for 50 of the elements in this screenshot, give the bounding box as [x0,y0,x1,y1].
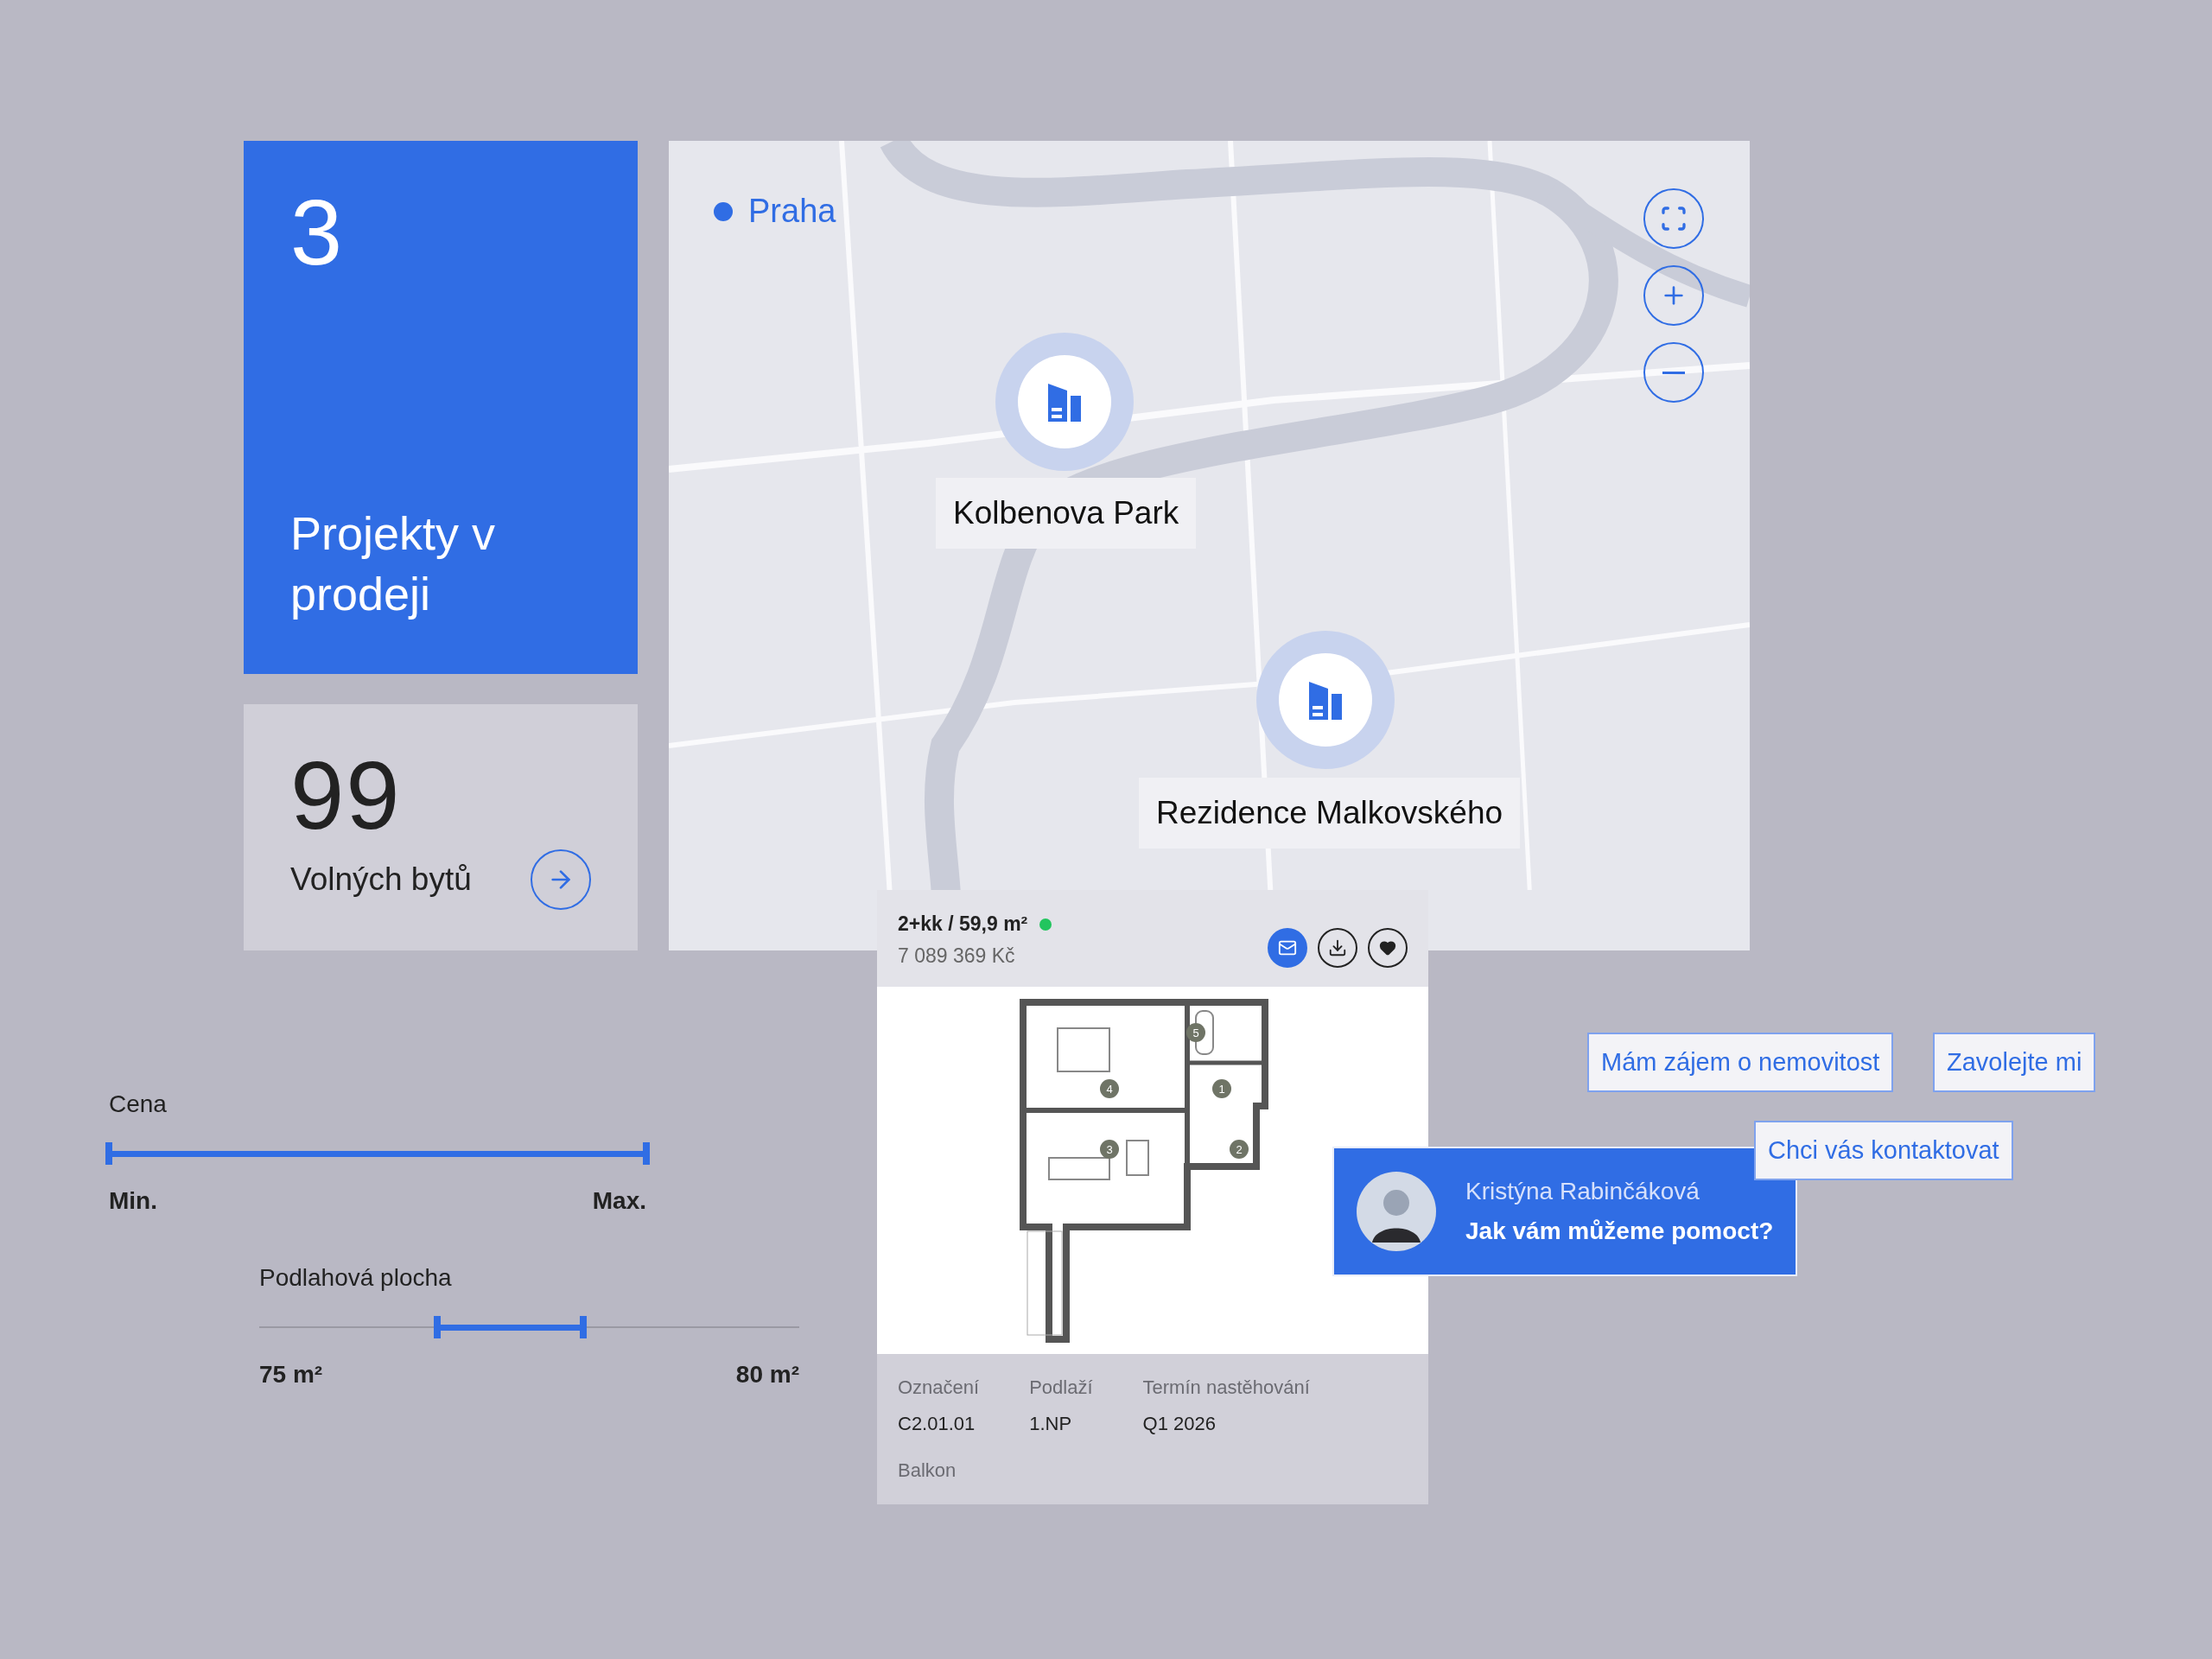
location-dot [714,201,733,221]
slider-label: Cena [109,1090,168,1118]
room-number: 4 [1100,1078,1119,1098]
download-icon [1328,938,1347,957]
favorite-button[interactable] [1368,928,1408,968]
slider-handle[interactable] [643,1142,650,1165]
min-label: Min. [109,1187,157,1215]
apartment-title: 2+kk / 59,9 m² [898,912,1028,936]
projects-label: Projekty v prodeji [290,505,497,621]
contact-option-button[interactable]: Mám zájem o nemovitost [1587,1033,1894,1092]
pin-label: Rezidence Malkovského [1139,778,1521,849]
detail-label: Podlaží [1029,1376,1093,1399]
agent-name: Kristýna Rabinčáková [1465,1178,1700,1205]
zoom-out-button[interactable] [1643,342,1704,403]
city-name: Praha [748,193,836,230]
slider-handle[interactable] [580,1316,587,1338]
pin-label: Kolbenova Park [936,478,1197,549]
detail-value: Q1 2026 [1142,1413,1217,1435]
units-count: 99 [290,747,403,844]
detail-label: Balkon [898,1459,957,1482]
detail-value: C2.01.01 [898,1413,976,1435]
contact-option-button[interactable]: Zavolejte mi [1933,1033,2096,1092]
building-icon [1046,382,1083,422]
heart-icon [1379,939,1396,957]
room-number: 2 [1230,1139,1249,1159]
room-number: 5 [1186,1022,1205,1042]
slider-handle[interactable] [105,1142,112,1165]
fullscreen-icon [1660,205,1688,232]
fullscreen-button[interactable] [1643,188,1704,249]
max-label: Max. [592,1187,646,1215]
mail-icon [1278,938,1297,957]
zoom-in-button[interactable] [1643,265,1704,326]
detail-label: Označení [898,1376,980,1399]
max-label: 80 m² [735,1361,799,1389]
room-number: 3 [1100,1139,1119,1159]
projects-count: 3 [290,186,344,279]
arrow-button[interactable] [531,849,591,910]
units-label: Volných bytů [290,861,472,898]
detail-label: Termín nastěhování [1142,1376,1310,1399]
email-button[interactable] [1268,928,1307,968]
building-icon [1307,680,1344,720]
slider-handle[interactable] [434,1316,442,1338]
min-label: 75 m² [259,1361,323,1389]
room-number: 1 [1212,1078,1231,1098]
detail-value: 1.NP [1029,1413,1073,1435]
slider-label: Podlahová plocha [259,1264,453,1292]
contact-option-button[interactable]: Chci vás kontaktovat [1754,1121,2013,1180]
download-button[interactable] [1318,928,1357,968]
help-message: Jak vám můžeme pomoct? [1465,1217,1774,1245]
minus-icon [1662,371,1685,374]
